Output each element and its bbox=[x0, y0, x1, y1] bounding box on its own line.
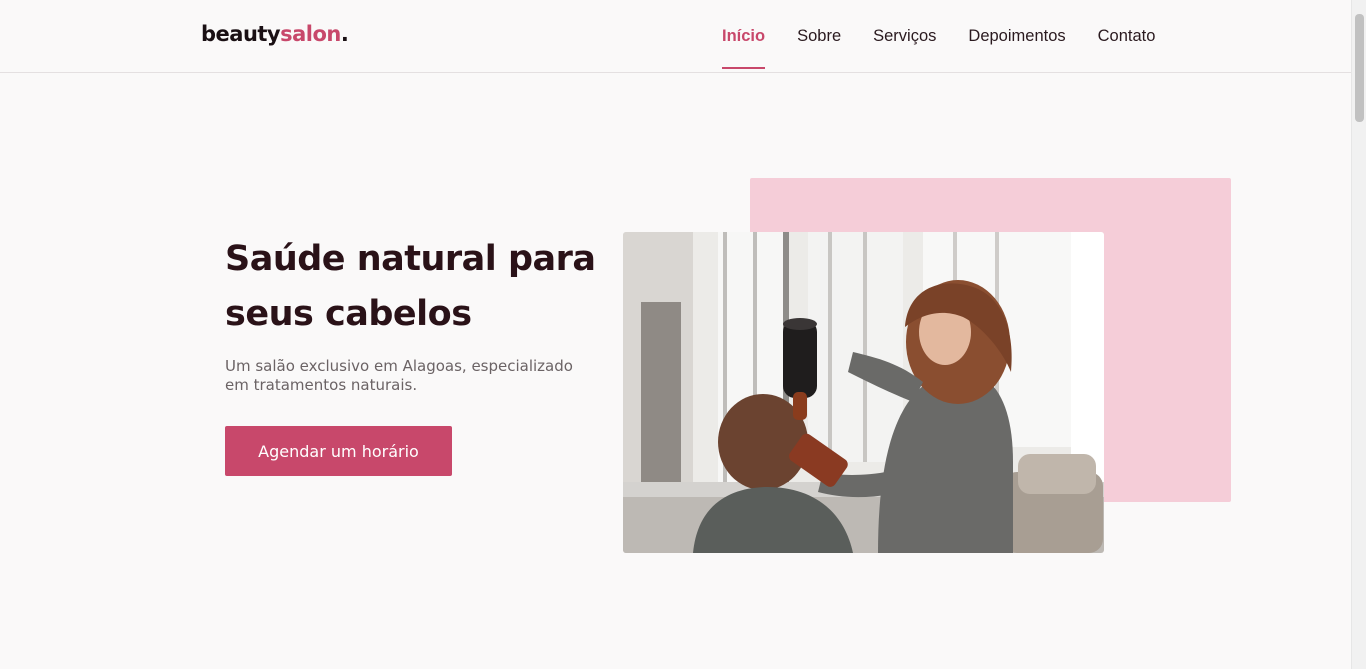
salon-photo-illustration bbox=[623, 232, 1104, 553]
nav-item-inicio[interactable]: Início bbox=[722, 0, 766, 72]
nav-item-depoimentos[interactable]: Depoimentos bbox=[968, 0, 1065, 72]
brand-part2: salon bbox=[280, 22, 341, 46]
site-header: beautysalon. Início Sobre Serviços Depoi… bbox=[0, 0, 1351, 73]
nav-item-sobre[interactable]: Sobre bbox=[797, 0, 841, 72]
hero-title-line2: seus cabelos bbox=[225, 294, 472, 334]
hero-title-line1: Saúde natural para bbox=[225, 239, 596, 279]
brand-logo[interactable]: beautysalon. bbox=[201, 22, 349, 46]
scrollbar-thumb[interactable] bbox=[1355, 14, 1364, 122]
schedule-button[interactable]: Agendar um horário bbox=[225, 426, 452, 476]
nav-item-contato[interactable]: Contato bbox=[1098, 0, 1156, 72]
salon-photo bbox=[623, 232, 1104, 553]
brand-dot: . bbox=[340, 22, 349, 46]
main-nav: Início Sobre Serviços Depoimentos Contat… bbox=[722, 0, 1187, 72]
brand-part1: beauty bbox=[201, 22, 281, 46]
hero-title: Saúde natural para seus cabelos bbox=[225, 232, 625, 342]
nav-item-servicos[interactable]: Serviços bbox=[873, 0, 936, 72]
page-scrollbar[interactable] bbox=[1351, 0, 1366, 669]
hero-subtitle: Um salão exclusivo em Alagoas, especiali… bbox=[225, 357, 573, 394]
